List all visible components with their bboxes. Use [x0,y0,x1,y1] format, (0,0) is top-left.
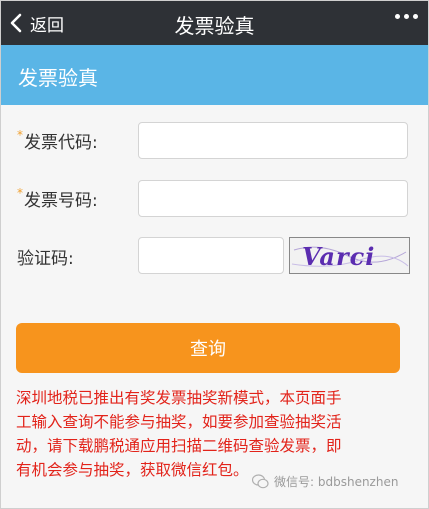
captcha-input[interactable] [138,237,284,274]
page-header-banner: 发票验真 [1,45,428,105]
top-navbar: 返回 发票验真 [1,1,428,45]
page-title: 发票验真 [18,66,98,90]
nav-title: 发票验真 [174,14,255,38]
invoice-number-label-text: 发票号码: [24,191,98,211]
page-frame: 返回 发票验真 发票验真 *发票代码: *发票号码: 验证码: Varci 查询… [0,0,429,509]
invoice-number-input[interactable] [138,180,408,217]
invoice-code-label-text: 发票代码: [24,133,98,153]
required-mark: * [17,186,23,200]
required-mark: * [17,128,23,142]
invoice-code-input[interactable] [138,122,408,159]
captcha-graphic: Varci [291,242,409,271]
invoice-code-label: *发票代码: [17,128,98,153]
wechat-icon [252,474,269,489]
notice-line: 工输入查询不能参与抽奖，如要参加查验抽奖活 [16,413,342,431]
query-button[interactable]: 查询 [16,323,400,373]
more-options-icon[interactable] [395,14,418,19]
captcha-text: Varci [302,242,375,271]
notice-line: 动，请下载鹏税通应用扫描二维码查验发票，即 [16,437,342,455]
lottery-notice: 深圳地税已推出有奖发票抽奖新模式，本页面手 工输入查询不能参与抽奖，如要参加查验… [16,386,408,482]
captcha-image[interactable]: Varci [289,237,410,274]
watermark-text: 微信号: bdbshenzhen [274,475,399,489]
invoice-number-label: *发票号码: [17,186,98,211]
wechat-watermark: 微信号: bdbshenzhen [252,473,398,490]
notice-line: 深圳地税已推出有奖发票抽奖新模式，本页面手 [16,389,342,407]
captcha-label: 验证码: [17,249,74,269]
